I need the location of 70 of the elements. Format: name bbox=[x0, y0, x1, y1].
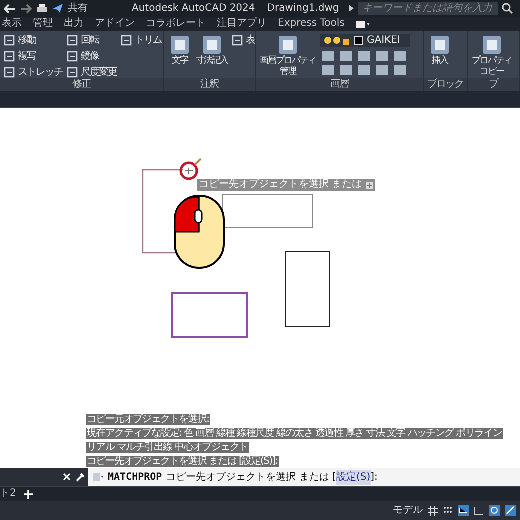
command-icon[interactable] bbox=[92, 472, 104, 482]
panel-title[interactable]: 画層 bbox=[256, 78, 423, 91]
add-icon[interactable] bbox=[24, 490, 34, 498]
undo-icon[interactable] bbox=[4, 4, 16, 14]
ribbon-button[interactable]: 寸法記入 bbox=[196, 34, 228, 78]
tool-icon bbox=[168, 34, 192, 56]
tool-icon bbox=[428, 34, 452, 56]
panel-title[interactable]: 修正 bbox=[0, 78, 163, 91]
command-prompt: ]: bbox=[370, 470, 378, 484]
send-icon[interactable] bbox=[52, 3, 64, 14]
panel-title[interactable]: ブロック bbox=[424, 78, 467, 91]
ribbon-button[interactable]: 複写 bbox=[4, 50, 63, 63]
tool-icon bbox=[4, 35, 15, 46]
menu-tab[interactable]: Express Tools bbox=[278, 19, 345, 29]
command-option[interactable]: 設定(S) bbox=[336, 470, 371, 484]
ribbon-button[interactable]: 表 bbox=[232, 34, 255, 47]
menu-tab[interactable]: 表示 bbox=[2, 19, 22, 29]
model-button[interactable]: モデル bbox=[393, 503, 423, 518]
ribbon-button[interactable]: 回転 bbox=[67, 34, 117, 47]
tool-icon bbox=[276, 34, 300, 56]
printer-icon[interactable] bbox=[36, 3, 48, 14]
tool-icon bbox=[121, 35, 132, 46]
menu-tab[interactable]: アドイン bbox=[95, 19, 135, 29]
snap-icon[interactable] bbox=[443, 506, 453, 516]
expand-icon[interactable] bbox=[366, 182, 374, 188]
ribbon-button[interactable]: 移動 bbox=[4, 34, 63, 47]
tool-icon bbox=[4, 67, 15, 78]
ribbon-button[interactable]: ストレッチ bbox=[4, 66, 63, 79]
close-icon[interactable] bbox=[63, 473, 71, 481]
workspace-icon[interactable] bbox=[356, 20, 370, 28]
menu-tab[interactable]: 注目アプリ bbox=[217, 19, 267, 29]
layer-dropdown[interactable]: GAIKEI bbox=[320, 34, 410, 47]
tool-icon bbox=[4, 51, 15, 62]
menu-tab[interactable]: 管理 bbox=[33, 19, 53, 29]
command-line-field[interactable]: MATCHPROP コピー先オブジェクトを選択 または [設定(S)]: bbox=[88, 468, 520, 486]
layer-state-icon bbox=[324, 36, 350, 45]
color-swatch-icon bbox=[354, 36, 363, 45]
pencil-icon[interactable] bbox=[505, 505, 516, 516]
caret-icon bbox=[349, 5, 354, 12]
ribbon-button[interactable]: 文字 bbox=[168, 34, 192, 78]
menu-tab[interactable]: コラボレート bbox=[146, 19, 206, 29]
ribbon-button[interactable]: 鏡像 bbox=[67, 50, 117, 63]
ribbon-button[interactable]: トリム bbox=[121, 34, 162, 47]
layout-tab[interactable]: ト2 bbox=[0, 489, 16, 499]
search-field[interactable]: キーワードまたは語句を入力 bbox=[358, 2, 498, 15]
ribbon-button[interactable]: プロパティ コピー bbox=[472, 34, 512, 78]
search-icon[interactable] bbox=[502, 3, 514, 14]
menu-tab[interactable]: 出力 bbox=[64, 19, 84, 29]
panel-title[interactable]: 注釈 bbox=[164, 78, 255, 91]
command-prompt: コピー先オブジェクトを選択 または [ bbox=[166, 470, 336, 484]
ribbon-button[interactable]: 尺度変更 bbox=[67, 66, 117, 79]
grid-icon[interactable] bbox=[428, 506, 438, 516]
wrench-icon[interactable] bbox=[76, 472, 85, 482]
tool-icon bbox=[67, 35, 78, 46]
panel-title[interactable]: プ bbox=[468, 78, 519, 91]
pickbox-icon bbox=[180, 158, 202, 180]
redo-icon[interactable] bbox=[20, 4, 32, 14]
tool-icon bbox=[67, 51, 78, 62]
window-title: Autodesk AutoCAD 2024 bbox=[132, 2, 256, 16]
tool-icon bbox=[480, 34, 504, 56]
tooltip-text: コピー先オブジェクトを選択 または bbox=[199, 179, 362, 191]
file-name: Drawing1.dwg bbox=[267, 2, 340, 16]
tool-icon bbox=[67, 67, 78, 78]
tool-icon bbox=[232, 35, 243, 46]
share-label[interactable]: 共有 bbox=[68, 1, 88, 16]
ribbon-button[interactable]: 挿入 bbox=[428, 34, 452, 78]
layer-tools-drawing[interactable] bbox=[320, 50, 408, 76]
ribbon-button[interactable]: 画層プロパティ 管理 bbox=[260, 34, 316, 78]
command-name: MATCHPROP bbox=[108, 470, 162, 484]
tool-icon bbox=[200, 34, 224, 56]
